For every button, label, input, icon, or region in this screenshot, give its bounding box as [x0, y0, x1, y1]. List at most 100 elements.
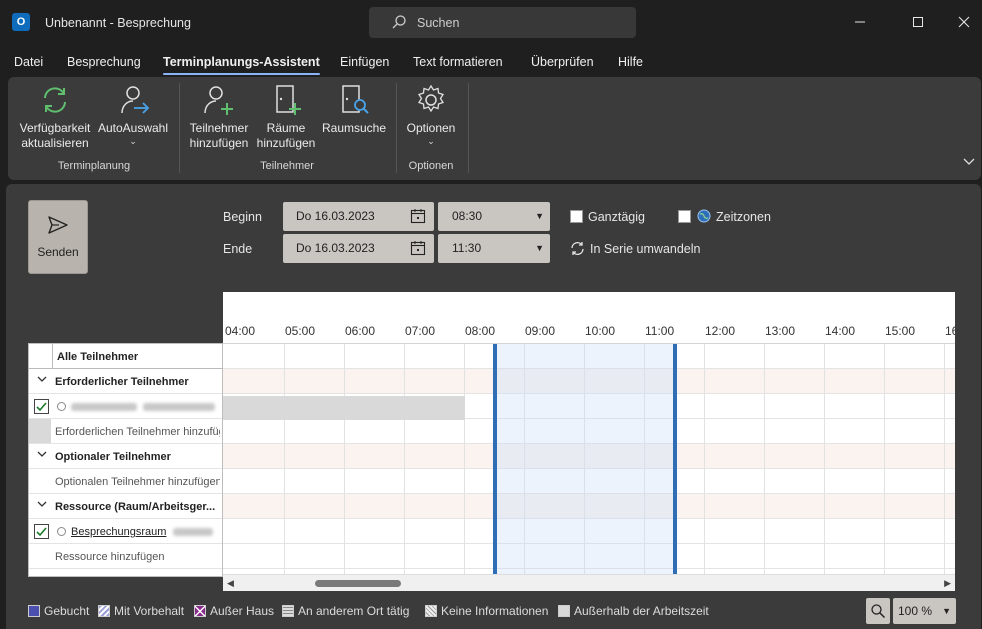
group-required[interactable]: Erforderlicher Teilnehmer	[29, 369, 222, 394]
hour-label: 14:00	[825, 324, 856, 338]
hour-gridline	[284, 344, 285, 577]
scroll-left-icon[interactable]: ◀	[227, 578, 234, 589]
legend-no-info: Keine Informationen	[425, 604, 548, 618]
add-required-input[interactable]: Erforderlichen Teilnehmer hinzufügen	[55, 426, 220, 438]
hour-gridline	[404, 344, 405, 577]
gear-icon	[418, 84, 444, 113]
end-date-value: Do 16.03.2023	[296, 241, 375, 255]
hour-gridline	[764, 344, 765, 577]
scroll-right-icon[interactable]: ▶	[944, 578, 951, 589]
hour-label: 08:00	[465, 324, 496, 338]
scrollbar-thumb[interactable]	[315, 580, 401, 587]
add-optional-row[interactable]: Optionalen Teilnehmer hinzufügen	[29, 469, 222, 494]
recurrence-label[interactable]: In Serie umwandeln	[590, 242, 700, 256]
presence-indicator-icon	[57, 527, 66, 536]
zoom-button[interactable]	[866, 598, 890, 624]
tab-hilfe[interactable]: Hilfe	[618, 55, 643, 69]
ribbon-separator	[179, 83, 180, 173]
end-time-select[interactable]: 11:30 ▼	[438, 234, 550, 263]
send-label: Senden	[37, 245, 79, 259]
search-placeholder: Suchen	[417, 16, 460, 30]
tab-terminplanungs-assistent[interactable]: Terminplanungs-Assistent	[163, 55, 320, 75]
resource-row[interactable]: Besprechungsraum	[29, 519, 222, 544]
legend-busy-label: Gebucht	[44, 604, 90, 618]
search-box[interactable]: Suchen	[369, 7, 636, 38]
maximize-button[interactable]	[906, 10, 930, 34]
timeline-scrollbar[interactable]: ◀ ▶	[223, 574, 955, 591]
refresh-availability-button[interactable]: Verfügbarkeit aktualisieren	[18, 83, 92, 151]
hour-label: 04:00	[225, 324, 256, 338]
attendee-checkbox[interactable]	[34, 399, 49, 414]
add-rooms-button[interactable]: Räume hinzufügen	[254, 83, 318, 151]
tab-einfuegen[interactable]: Einfügen	[340, 55, 389, 69]
end-date-field[interactable]: Do 16.03.2023	[283, 234, 434, 263]
chevron-down-icon[interactable]	[37, 450, 47, 461]
group-resource-label: Ressource (Raum/Arbeitsger...	[55, 501, 216, 513]
legend: Gebucht Mit Vorbehalt Außer Haus An ande…	[28, 604, 728, 620]
add-person-icon	[204, 86, 233, 115]
chevron-down-icon: ⌄	[427, 136, 435, 146]
add-required-row[interactable]: Erforderlichen Teilnehmer hinzufügen	[29, 419, 222, 444]
attendee-row[interactable]	[29, 394, 222, 419]
calendar-icon[interactable]	[410, 208, 426, 227]
ribbon-separator	[396, 83, 397, 173]
all-day-label: Ganztägig	[588, 210, 645, 224]
timeline-body[interactable]	[223, 344, 955, 577]
scheduling-grid[interactable]: 04:00 05:00 06:00 07:00 08:00 09:00 10:0…	[223, 292, 955, 591]
zoom-select[interactable]: 100 % ▼	[893, 598, 956, 624]
room-finder-button[interactable]: Raumsuche	[320, 83, 388, 136]
room-finder-label: Raumsuche	[321, 121, 387, 135]
tab-datei[interactable]: Datei	[14, 55, 43, 69]
add-optional-input[interactable]: Optionalen Teilnehmer hinzufügen	[55, 476, 220, 488]
add-resource-input[interactable]: Ressource hinzufügen	[55, 551, 220, 563]
calendar-icon[interactable]	[410, 240, 426, 259]
hour-label: 05:00	[285, 324, 316, 338]
start-time-select[interactable]: 08:30 ▼	[438, 202, 550, 231]
legend-out-of-office: Außer Haus	[194, 604, 274, 618]
autopick-label: AutoAuswahl	[97, 121, 169, 135]
hour-label: 09:00	[525, 324, 556, 338]
time-zones-label: Zeitzonen	[716, 210, 771, 224]
time-zones-checkbox[interactable]	[678, 210, 691, 223]
add-rooms-label-1: Räume	[266, 121, 306, 135]
hour-label: 10:00	[585, 324, 616, 338]
start-label: Beginn	[223, 210, 262, 224]
hour-gridline	[824, 344, 825, 577]
refresh-availability-label-2: aktualisieren	[21, 136, 89, 150]
close-button[interactable]	[952, 10, 976, 34]
meeting-time-selection[interactable]	[494, 344, 675, 577]
meeting-end-handle[interactable]	[673, 344, 677, 577]
add-resource-row[interactable]: Ressource hinzufügen	[29, 544, 222, 569]
hour-gridline	[464, 344, 465, 577]
add-attendees-button[interactable]: Teilnehmer hinzufügen	[186, 83, 252, 151]
autopick-button[interactable]: AutoAuswahl ⌄	[96, 83, 170, 146]
tentative-swatch	[98, 605, 110, 617]
attendee-list-header: Alle Teilnehmer	[29, 344, 222, 369]
room-finder-icon	[342, 85, 369, 114]
meeting-start-handle[interactable]	[493, 344, 497, 577]
all-day-checkbox[interactable]	[570, 210, 583, 223]
recurrence-icon[interactable]	[570, 241, 585, 259]
start-time-value: 08:30	[452, 209, 483, 223]
minimize-button[interactable]	[848, 10, 872, 34]
tab-text-formatieren[interactable]: Text formatieren	[413, 55, 503, 69]
chevron-down-icon[interactable]	[37, 500, 47, 511]
resource-name[interactable]: Besprechungsraum	[71, 526, 166, 538]
ribbon-collapse-chevron-icon[interactable]	[963, 157, 975, 169]
group-resource[interactable]: Ressource (Raum/Arbeitsger...	[29, 494, 222, 519]
start-date-field[interactable]: Do 16.03.2023	[283, 202, 434, 231]
hour-gridline	[344, 344, 345, 577]
group-optional[interactable]: Optionaler Teilnehmer	[29, 444, 222, 469]
resource-checkbox[interactable]	[34, 524, 49, 539]
refresh-availability-label-1: Verfügbarkeit	[19, 121, 91, 135]
options-button[interactable]: Optionen ⌄	[400, 83, 462, 146]
tab-ueberpruefen[interactable]: Überprüfen	[531, 55, 594, 69]
send-button[interactable]: Senden	[28, 200, 88, 274]
group-label-terminplanung: Terminplanung	[57, 160, 131, 172]
chevron-down-icon[interactable]	[37, 375, 47, 386]
end-label: Ende	[223, 242, 253, 256]
add-rooms-label-2: hinzufügen	[256, 136, 316, 150]
hour-label: 15:00	[885, 324, 916, 338]
chevron-down-icon: ⌄	[129, 136, 137, 146]
tab-besprechung[interactable]: Besprechung	[67, 55, 141, 69]
